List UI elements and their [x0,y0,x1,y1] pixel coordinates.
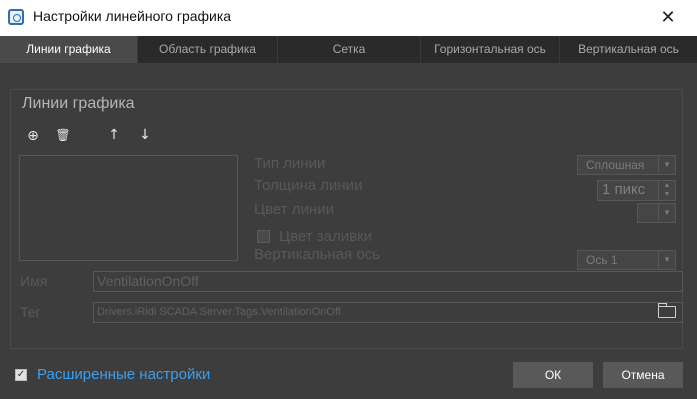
vertical-axis-value: Ось 1 [586,253,618,267]
move-down-icon[interactable]: ↓ [136,126,154,144]
ok-button[interactable]: ОК [513,362,593,388]
tag-field[interactable]: Drivers.iRidi SCADA Server.Tags.Ventilat… [93,302,683,323]
title-bar: Настройки линейного графика ✕ [0,0,697,36]
tag-label: Тег [20,304,41,320]
tab-horizontal-axis[interactable]: Горизонтальная ось [421,36,560,63]
chevron-down-icon: ▼ [658,251,675,269]
thickness-value: 1 пикс [602,181,646,198]
cancel-button[interactable]: Отмена [603,362,683,388]
line-color-picker[interactable]: ▼ [637,203,676,223]
folder-icon[interactable] [658,303,676,318]
tab-chart-area[interactable]: Область графика [138,36,278,63]
window-title: Настройки линейного графика [33,8,232,24]
lines-list[interactable] [19,155,238,261]
advanced-settings-checkbox[interactable]: ✓ [15,369,27,381]
move-up-icon[interactable]: ↑ [105,126,123,144]
fill-color-label: Цвет заливки [279,228,373,245]
line-type-label: Тип линии [254,155,326,172]
group-title: Линии графика [22,95,135,112]
line-type-value: Сплошная [586,158,645,172]
vertical-axis-label: Вертикальная ось [254,246,380,263]
chevron-down-icon: ▼ [658,156,675,174]
tab-chart-lines[interactable]: Линии графика [0,36,138,63]
tab-grid[interactable]: Сетка [278,36,421,63]
line-type-select[interactable]: Сплошная ▼ [577,155,676,175]
chevron-down-icon: ▼ [658,204,675,222]
app-icon [8,9,24,25]
vertical-axis-select[interactable]: Ось 1 ▼ [577,250,676,270]
thickness-label: Толщина линии [254,177,363,194]
name-label: Имя [20,273,48,289]
close-button[interactable]: ✕ [657,7,679,29]
name-field[interactable]: VentilationOnOff [93,271,683,292]
tag-value: Drivers.iRidi SCADA Server.Tags.Ventilat… [97,306,341,318]
thickness-stepper[interactable]: 1 пикс ▲ ▼ [597,180,676,201]
fill-color-checkbox[interactable] [257,230,270,243]
add-line-icon[interactable]: ⊕ [24,127,42,145]
tab-vertical-axis[interactable]: Вертикальная ось [560,36,697,63]
delete-icon[interactable]: 🗑 [54,126,72,144]
tab-bar: Линии графика Область графика Сетка Гори… [0,36,697,63]
advanced-settings-link[interactable]: Расширенные настройки [37,366,210,383]
stepper-arrows-icon[interactable]: ▲ ▼ [658,181,675,200]
line-color-label: Цвет линии [254,201,334,218]
